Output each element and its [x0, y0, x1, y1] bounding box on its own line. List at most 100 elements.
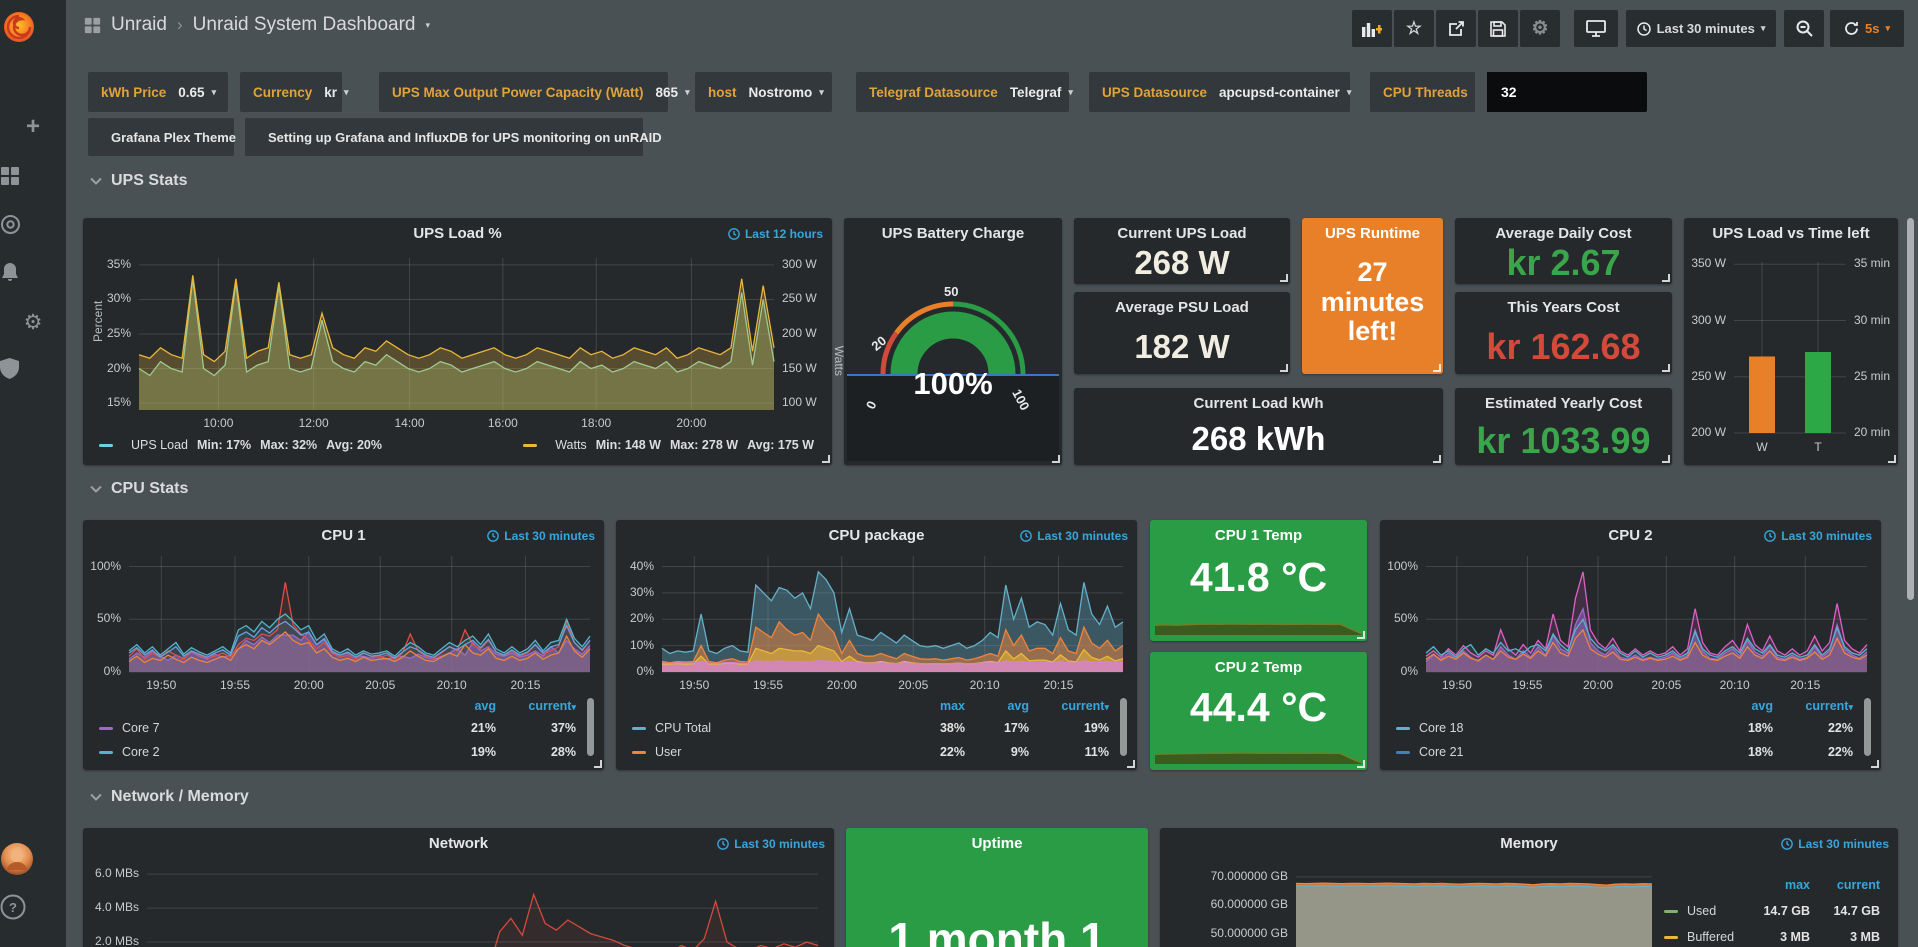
share-dashboard-button[interactable] — [1436, 10, 1476, 47]
grafana-logo[interactable] — [0, 8, 66, 46]
cpu-threads-input[interactable]: 32 — [1487, 72, 1647, 112]
panel-title[interactable]: Average Daily Cost — [1485, 225, 1642, 242]
legend-series-ups-load[interactable]: UPS Load Min: 17% Max: 32% Avg: 20% — [99, 438, 382, 452]
panel-title[interactable]: CPU 1 Temp — [1180, 527, 1337, 544]
panel-title[interactable]: UPS Load vs Time left — [1692, 225, 1890, 242]
legend-series-name[interactable]: Used — [1664, 904, 1740, 918]
legend-row: Core 2 19% 28% — [99, 740, 576, 764]
dashboards-grid-icon[interactable] — [0, 166, 66, 186]
admin-shield-icon[interactable] — [0, 358, 66, 379]
legend-current: 22% — [1773, 745, 1853, 759]
panel-cpu2-temp: CPU 2 Temp 44.4 °C — [1150, 652, 1367, 770]
variable-host[interactable]: host Nostromo▾ — [695, 72, 832, 112]
section-network-memory[interactable]: Network / Memory — [90, 788, 249, 806]
legend-sort-avg[interactable]: avg — [1709, 699, 1773, 713]
configuration-gear-icon[interactable]: ⚙ — [0, 310, 66, 335]
help-icon[interactable]: ? — [0, 894, 66, 920]
variable-ups-datasource[interactable]: UPS Datasource apcupsd-container▾ — [1089, 72, 1350, 112]
stat-value: 268 kWh — [1074, 420, 1443, 458]
panel-time-override[interactable]: Last 30 minutes — [717, 837, 825, 851]
dashboard-caret-icon[interactable]: ▾ — [425, 20, 430, 31]
axis-tick: 30% — [83, 291, 131, 305]
legend-sort-current[interactable]: current▾ — [1773, 699, 1853, 713]
legend-series-watts[interactable]: Watts Min: 148 W Max: 278 W Avg: 175 W — [523, 438, 814, 452]
panel-title[interactable]: Estimated Yearly Cost — [1485, 395, 1642, 412]
stat-value: 41.8 °C — [1150, 554, 1367, 601]
series-fill-download — [147, 895, 818, 947]
legend-series-name[interactable]: CPU Total — [632, 721, 901, 735]
breadcrumb-folder[interactable]: Unraid — [111, 14, 167, 36]
legend-series-name[interactable]: Core 21 — [1396, 745, 1709, 759]
legend-row: Buffered 3 MB 3 MB — [1664, 924, 1880, 947]
panel-time-override[interactable]: Last 12 hours — [728, 227, 823, 241]
panel-title[interactable]: This Years Cost — [1485, 299, 1642, 316]
explore-icon[interactable] — [0, 214, 66, 235]
breadcrumb-dashboard-title[interactable]: Unraid System Dashboard — [193, 14, 416, 36]
chevron-down-icon — [90, 485, 102, 493]
legend-series-name[interactable]: User — [632, 745, 901, 759]
panel-cpu1-temp: CPU 1 Temp 41.8 °C — [1150, 520, 1367, 641]
variable-ups-max-power[interactable]: UPS Max Output Power Capacity (Watt) 865… — [379, 72, 668, 112]
add-panel-button[interactable] — [1352, 10, 1392, 47]
panel-title[interactable]: Uptime — [876, 835, 1118, 852]
axis-tick: 15% — [83, 395, 131, 409]
legend-avg: 9% — [965, 745, 1029, 759]
panel-title[interactable]: UPS Runtime — [1308, 225, 1437, 242]
user-avatar[interactable] — [0, 842, 66, 876]
panel-title[interactable]: CPU 2 Temp — [1180, 659, 1337, 676]
axis-tick: 100% — [83, 559, 121, 573]
save-dashboard-button[interactable] — [1478, 10, 1518, 47]
legend-sort-current[interactable]: current▾ — [496, 699, 576, 713]
variable-currency[interactable]: Currency kr▾ — [240, 72, 342, 112]
panel-time-override[interactable]: Last 30 minutes — [487, 529, 595, 543]
legend-scrollbar[interactable] — [1864, 698, 1871, 756]
axis-tick: 0% — [1380, 664, 1418, 678]
alerting-bell-icon[interactable] — [0, 262, 66, 283]
dashboard-settings-button[interactable]: ⚙ — [1520, 10, 1560, 47]
panel-title[interactable]: Current UPS Load — [1104, 225, 1260, 242]
panel-time-override[interactable]: Last 30 minutes — [1020, 529, 1128, 543]
panel-title[interactable]: Memory — [1190, 835, 1868, 852]
time-range-picker[interactable]: Last 30 minutes ▾ — [1626, 10, 1776, 47]
panel-title[interactable]: UPS Battery Charge — [854, 225, 1052, 242]
legend-series-name[interactable]: Core 18 — [1396, 721, 1709, 735]
legend-series-name[interactable]: Buffered — [1664, 930, 1740, 944]
axis-tick: 0% — [616, 664, 654, 678]
axis-tick: 100% — [1380, 559, 1418, 573]
variable-kwh-price[interactable]: kWh Price 0.65▾ — [88, 72, 228, 112]
link-ups-monitoring-guide[interactable]: Setting up Grafana and InfluxDB for UPS … — [245, 118, 643, 156]
legend-scrollbar[interactable] — [1120, 698, 1127, 756]
legend-sort-current[interactable]: current — [1810, 878, 1880, 892]
legend-sort-max[interactable]: max — [1740, 878, 1810, 892]
section-cpu-stats[interactable]: CPU Stats — [90, 480, 188, 498]
legend-series-name[interactable]: Core 7 — [99, 721, 432, 735]
panel-time-override[interactable]: Last 30 minutes — [1764, 529, 1872, 543]
tv-mode-button[interactable] — [1574, 10, 1618, 47]
page-scrollbar[interactable] — [1907, 218, 1914, 600]
legend-avg: 17% — [965, 721, 1029, 735]
axis-tick: 20:15 — [1030, 678, 1086, 692]
series-color-swatch — [523, 444, 537, 447]
star-dashboard-button[interactable]: ☆ — [1394, 10, 1434, 47]
section-ups-stats[interactable]: UPS Stats — [90, 172, 187, 190]
legend-scrollbar[interactable] — [587, 698, 594, 756]
legend-sort-current[interactable]: current▾ — [1029, 699, 1109, 713]
panel-time-override[interactable]: Last 30 minutes — [1781, 837, 1889, 851]
zoom-out-button[interactable] — [1784, 10, 1824, 47]
series-color-swatch — [1396, 727, 1410, 730]
legend-series-name[interactable]: Core 2 — [99, 745, 432, 759]
variable-telegraf-datasource[interactable]: Telegraf Datasource Telegraf▾ — [856, 72, 1069, 112]
create-plus-icon[interactable]: + — [0, 113, 66, 141]
series-line-core-teal — [129, 614, 590, 656]
axis-tick: 19:50 — [133, 678, 189, 692]
legend-sort-max[interactable]: max — [901, 699, 965, 713]
legend-sort-avg[interactable]: avg — [432, 699, 496, 713]
refresh-picker[interactable]: 5s ▾ — [1830, 10, 1904, 47]
link-grafana-plex-theme[interactable]: Grafana Plex Theme — [88, 118, 234, 156]
panel-title[interactable]: Current Load kWh — [1104, 395, 1413, 412]
legend-sort-avg[interactable]: avg — [965, 699, 1029, 713]
panel-title[interactable]: UPS Load % — [113, 225, 802, 242]
axis-tick: 50.000000 GB — [1160, 926, 1288, 940]
panel-title[interactable]: Network — [113, 835, 804, 852]
panel-title[interactable]: Average PSU Load — [1104, 299, 1260, 316]
